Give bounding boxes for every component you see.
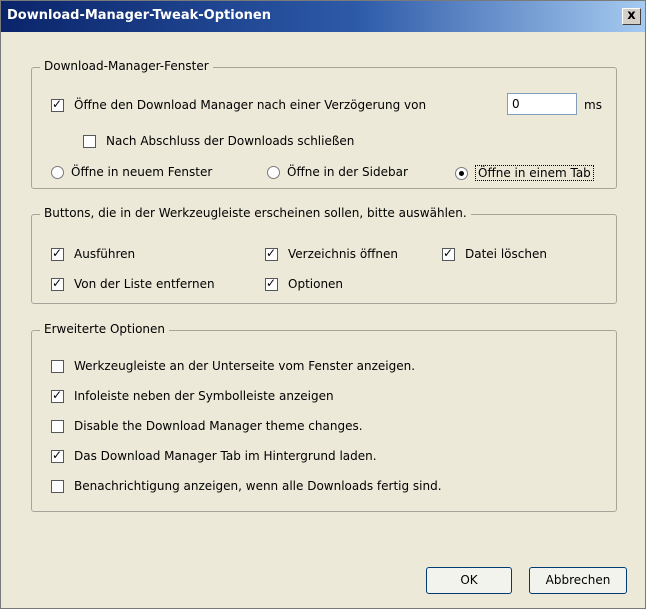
checkbox-notification-label: Benachrichtigung anzeigen, wenn alle Dow…: [74, 479, 442, 493]
group-legend: Erweiterte Optionen: [40, 322, 170, 336]
radio-sidebar[interactable]: Öffne in der Sidebar: [267, 165, 408, 179]
checkbox-background-tab-label: Das Download Manager Tab im Hintergrund …: [74, 449, 377, 463]
checkbox-disable-theme[interactable]: Disable the Download Manager theme chang…: [51, 419, 363, 433]
radio-new-window-button[interactable]: [51, 165, 64, 179]
checkbox-options-label: Optionen: [288, 277, 344, 291]
checkbox-execute[interactable]: Ausführen: [51, 246, 136, 261]
checkbox-remove-from-list-label: Von der Liste entfernen: [74, 277, 215, 291]
radio-sidebar-button[interactable]: [267, 165, 280, 179]
checkbox-remove-from-list-box[interactable]: [51, 276, 64, 291]
close-button[interactable]: x: [622, 8, 641, 25]
delay-input[interactable]: [507, 93, 577, 115]
checkbox-toolbar-bottom-box[interactable]: [51, 359, 64, 373]
checkbox-infobar-label: Infoleiste neben der Symbolleiste anzeig…: [74, 389, 334, 403]
checkbox-background-tab[interactable]: Das Download Manager Tab im Hintergrund …: [51, 448, 377, 463]
checkbox-options[interactable]: Optionen: [265, 276, 344, 291]
radio-new-window-label: Öffne in neuem Fenster: [71, 165, 213, 179]
options-dialog: Download-Manager-Tweak-Optionen x Downlo…: [0, 0, 646, 609]
checkbox-toolbar-bottom[interactable]: Werkzeugleiste an der Unterseite vom Fen…: [51, 359, 415, 373]
ok-button[interactable]: OK: [426, 567, 512, 594]
checkbox-open-folder[interactable]: Verzeichnis öffnen: [265, 246, 399, 261]
checkbox-disable-theme-box[interactable]: [51, 419, 64, 433]
checkbox-options-box[interactable]: [265, 276, 278, 291]
title-bar[interactable]: Download-Manager-Tweak-Optionen x: [1, 1, 645, 32]
group-legend: Buttons, die in der Werkzeugleiste ersch…: [40, 206, 471, 220]
checkbox-execute-label: Ausführen: [74, 247, 136, 261]
delay-unit-label: ms: [584, 98, 602, 112]
checkbox-infobar-box[interactable]: [51, 388, 64, 403]
checkbox-notification-box[interactable]: [51, 479, 64, 493]
radio-tab-button[interactable]: [455, 166, 468, 180]
checkbox-remove-from-list[interactable]: Von der Liste entfernen: [51, 276, 215, 291]
checkbox-notification[interactable]: Benachrichtigung anzeigen, wenn alle Dow…: [51, 479, 442, 493]
radio-new-window[interactable]: Öffne in neuem Fenster: [51, 165, 212, 179]
delay-checkbox-row[interactable]: Öffne den Download Manager nach einer Ve…: [51, 97, 427, 112]
close-after-checkbox[interactable]: [83, 134, 96, 148]
checkbox-delete-file-label: Datei löschen: [465, 247, 547, 261]
radio-tab[interactable]: Öffne in einem Tab: [455, 165, 594, 181]
close-after-checkbox-row[interactable]: Nach Abschluss der Downloads schließen: [83, 134, 354, 148]
radio-sidebar-label: Öffne in der Sidebar: [287, 165, 408, 179]
checkbox-execute-box[interactable]: [51, 246, 64, 261]
window-title: Download-Manager-Tweak-Optionen: [7, 8, 271, 23]
checkbox-open-folder-label: Verzeichnis öffnen: [288, 247, 399, 261]
group-legend: Download-Manager-Fenster: [40, 59, 213, 73]
checkbox-delete-file[interactable]: Datei löschen: [442, 246, 547, 261]
checkbox-infobar[interactable]: Infoleiste neben der Symbolleiste anzeig…: [51, 388, 334, 403]
delay-checkbox[interactable]: [51, 97, 64, 112]
checkbox-open-folder-box[interactable]: [265, 246, 278, 261]
checkbox-disable-theme-label: Disable the Download Manager theme chang…: [74, 419, 363, 433]
checkbox-toolbar-bottom-label: Werkzeugleiste an der Unterseite vom Fen…: [74, 359, 416, 373]
checkbox-background-tab-box[interactable]: [51, 448, 64, 463]
cancel-button[interactable]: Abbrechen: [529, 567, 627, 594]
checkbox-delete-file-box[interactable]: [442, 246, 455, 261]
delay-checkbox-label: Öffne den Download Manager nach einer Ve…: [74, 98, 427, 112]
radio-tab-label: Öffne in einem Tab: [475, 165, 594, 181]
close-after-label: Nach Abschluss der Downloads schließen: [106, 134, 355, 148]
